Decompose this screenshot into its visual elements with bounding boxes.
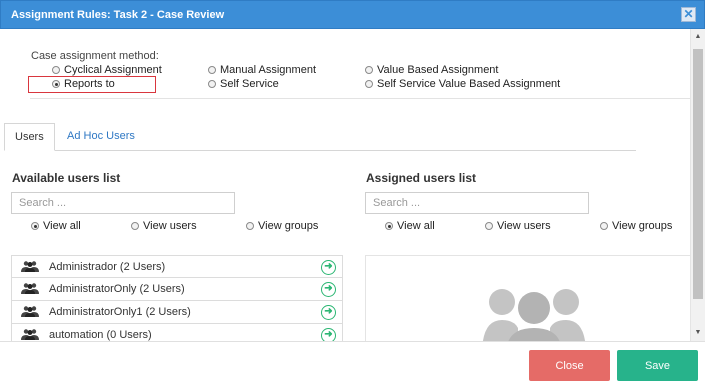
assigned-search-input[interactable] (365, 192, 589, 214)
radio-self-service[interactable]: Self Service (208, 78, 279, 90)
radio-manual-assignment[interactable]: Manual Assignment (208, 64, 316, 76)
radio-dot (52, 66, 60, 74)
add-arrow-icon[interactable]: ➜ (321, 305, 336, 320)
radio-value-based-assignment[interactable]: Value Based Assignment (365, 64, 498, 76)
radio-dot (485, 222, 493, 230)
selection-highlight-box (28, 76, 156, 93)
radio-self-service-value-based[interactable]: Self Service Value Based Assignment (365, 78, 560, 90)
radio-label: Manual Assignment (220, 64, 316, 76)
assigned-filter-view-groups[interactable]: View groups (600, 220, 672, 232)
list-item[interactable]: Administrador (2 Users) ➜ (11, 255, 343, 278)
radio-label: Self Service Value Based Assignment (377, 78, 561, 90)
radio-dot (208, 80, 216, 88)
tab-underline (4, 150, 636, 151)
available-filter-view-users[interactable]: View users (131, 220, 197, 232)
radio-dot (208, 66, 216, 74)
users-group-placeholder-icon (482, 289, 586, 341)
close-button[interactable]: Close (529, 350, 610, 381)
radio-dot (131, 222, 139, 230)
radio-label: View all (43, 220, 81, 232)
available-filter-view-all[interactable]: View all (31, 220, 81, 232)
group-icon (21, 261, 39, 272)
scroll-down-icon[interactable]: ▼ (691, 327, 705, 339)
radio-label: Value Based Assignment (377, 64, 499, 76)
radio-label: View all (397, 220, 435, 232)
radio-dot (600, 222, 608, 230)
tab-ad-hoc-users[interactable]: Ad Hoc Users (57, 123, 145, 151)
available-filter-view-groups[interactable]: View groups (246, 220, 318, 232)
assigned-filter-view-all[interactable]: View all (385, 220, 435, 232)
list-item[interactable]: AdministratorOnly (2 Users) ➜ (11, 278, 343, 301)
section-divider (30, 98, 690, 99)
dialog-content: Case assignment method: Cyclical Assignm… (0, 29, 690, 341)
group-icon (21, 283, 39, 294)
radio-dot (365, 66, 373, 74)
assigned-users-list (365, 255, 690, 341)
assignment-method-label: Case assignment method: (31, 50, 159, 62)
radio-label: View users (497, 220, 551, 232)
dialog-titlebar: Assignment Rules: Task 2 - Case Review ✕ (0, 0, 705, 29)
radio-label: Self Service (220, 78, 279, 90)
radio-label: View users (143, 220, 197, 232)
close-icon[interactable]: ✕ (681, 7, 696, 22)
add-arrow-icon[interactable]: ➜ (321, 260, 336, 275)
radio-dot (365, 80, 373, 88)
list-item-label: automation (0 Users) (49, 329, 152, 341)
assigned-users-heading: Assigned users list (366, 171, 477, 185)
list-item-label: AdministratorOnly1 (2 Users) (49, 306, 191, 318)
available-users-heading: Available users list (12, 171, 121, 185)
dialog-footer: Close Save (0, 341, 705, 390)
add-arrow-icon[interactable]: ➜ (321, 328, 336, 341)
radio-cyclical-assignment[interactable]: Cyclical Assignment (52, 64, 162, 76)
available-users-list: Administrador (2 Users) ➜ AdministratorO… (11, 255, 343, 341)
radio-dot (246, 222, 254, 230)
scroll-up-icon[interactable]: ▲ (691, 31, 705, 43)
list-item[interactable]: AdministratorOnly1 (2 Users) ➜ (11, 301, 343, 324)
available-search-input[interactable] (11, 192, 235, 214)
group-icon (21, 329, 39, 340)
dialog-title: Assignment Rules: Task 2 - Case Review (11, 9, 225, 21)
radio-dot (385, 222, 393, 230)
content-scrollbar[interactable]: ▲ ▼ (690, 29, 705, 341)
radio-label: View groups (612, 220, 673, 232)
list-item-label: Administrador (2 Users) (49, 261, 166, 273)
group-icon (21, 306, 39, 317)
scrollbar-thumb[interactable] (693, 49, 703, 299)
tab-users[interactable]: Users (4, 123, 55, 151)
list-item-label: AdministratorOnly (2 Users) (49, 283, 185, 295)
assigned-filter-view-users[interactable]: View users (485, 220, 551, 232)
save-button[interactable]: Save (617, 350, 698, 381)
list-item[interactable]: automation (0 Users) ➜ (11, 324, 343, 341)
radio-dot (31, 222, 39, 230)
radio-label: View groups (258, 220, 319, 232)
radio-label: Cyclical Assignment (64, 64, 162, 76)
add-arrow-icon[interactable]: ➜ (321, 282, 336, 297)
